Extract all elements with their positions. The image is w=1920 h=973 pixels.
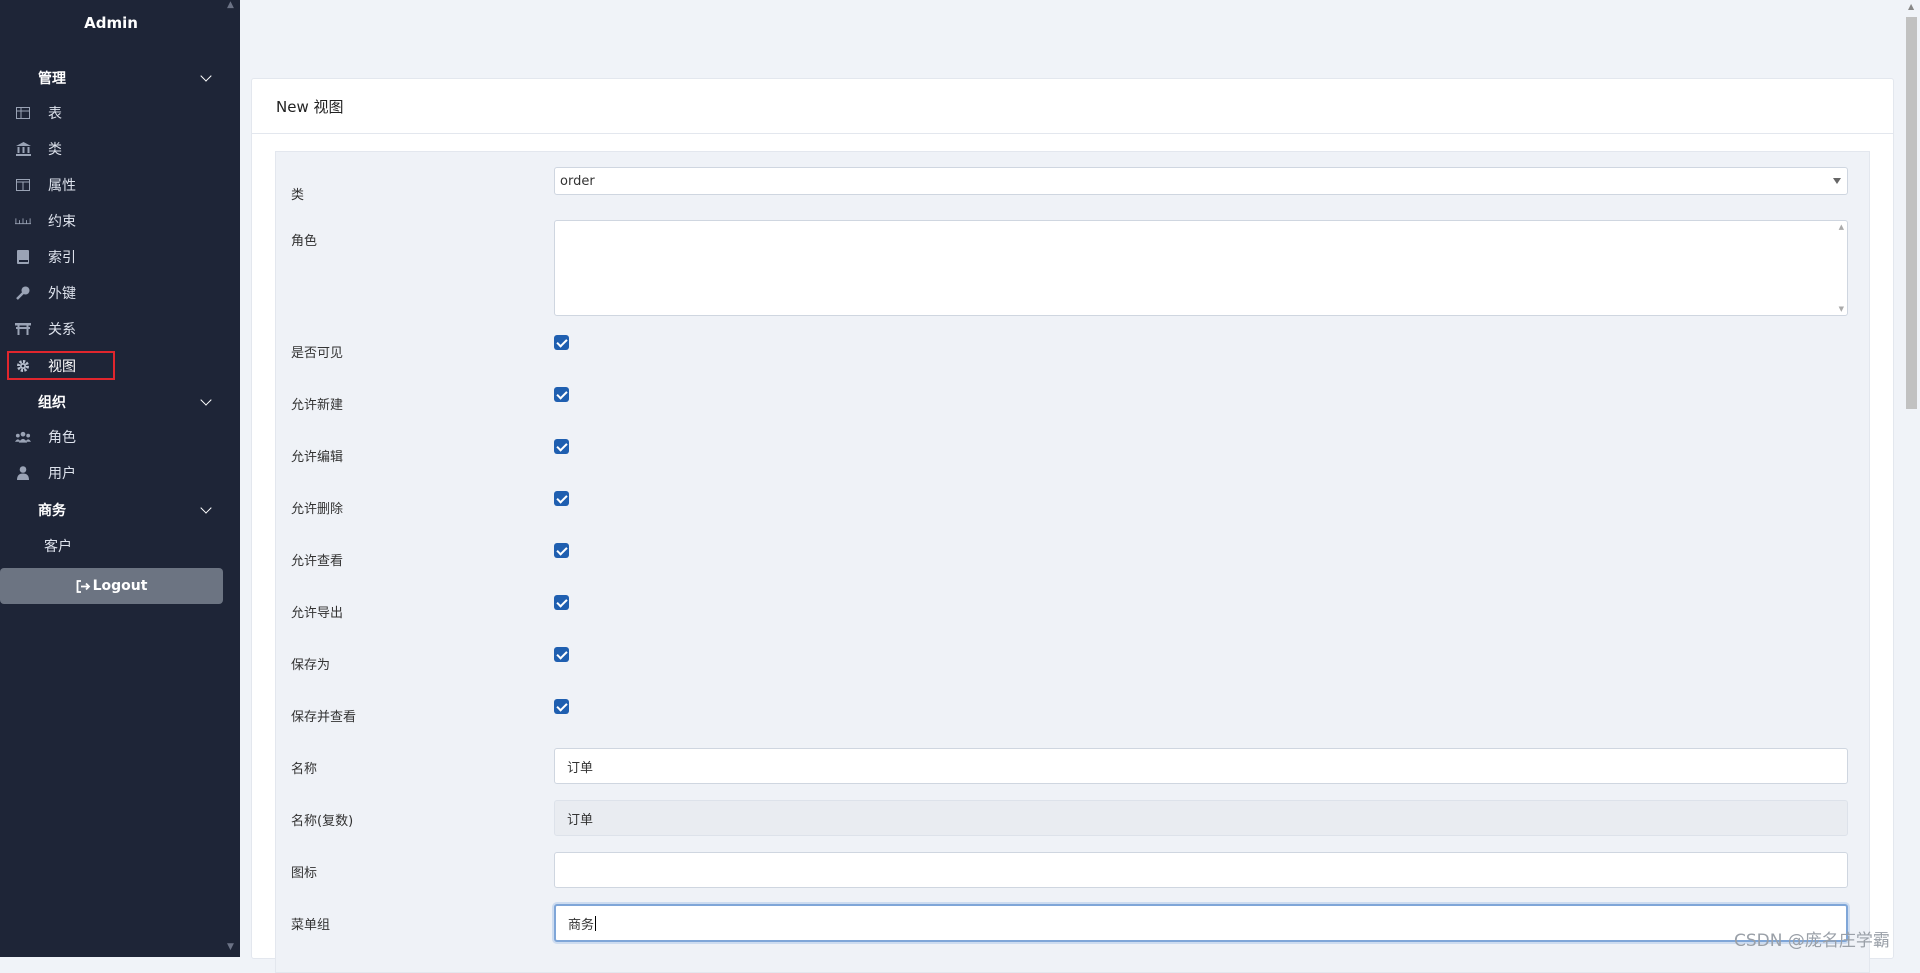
columns-icon: [15, 177, 31, 193]
page-scrollbar[interactable]: ▲: [1903, 0, 1920, 957]
sidebar-item-label: 约束: [48, 214, 76, 230]
sidebar-item-label: 视图: [48, 358, 76, 375]
bank-icon: [15, 141, 31, 157]
sidebar-item-class[interactable]: 类: [10, 137, 220, 161]
allow-edit-label: 允许编辑: [291, 450, 344, 465]
scrollbar-thumb[interactable]: [1906, 17, 1917, 409]
sidebar-item-label: 用户: [48, 466, 76, 482]
menu-group-label: 菜单组: [291, 918, 331, 933]
chevron-down-icon: [200, 502, 212, 514]
group-manage[interactable]: 管理: [38, 68, 214, 88]
sidebar-item-table[interactable]: 表: [10, 101, 220, 125]
sidebar-item-customer[interactable]: 客户: [44, 534, 254, 558]
chevron-down-icon: [200, 70, 212, 82]
sidebar-item-index[interactable]: 索引: [10, 245, 220, 269]
plural-name-value: 订单: [567, 812, 594, 828]
save-as-label: 保存为: [291, 658, 331, 673]
book-icon: [15, 249, 31, 265]
save-as-checkbox[interactable]: [554, 647, 569, 662]
visible-label: 是否可见: [291, 346, 344, 361]
name-label: 名称: [291, 762, 318, 777]
text-cursor: [595, 915, 597, 931]
sidebar-item-relation[interactable]: 关系: [10, 317, 220, 341]
save-and-view-label: 保存并查看: [291, 710, 357, 725]
sidebar-item-constraint[interactable]: 约束: [10, 209, 220, 233]
sidebar: Admin ▲ ▼ 管理 表 类 属性 约束 索引 外键 关系 视图 组织 角色…: [0, 0, 240, 957]
new-view-card: New 视图 类 order 角色 ▲ ▼ 是否可见 允许新建 允许编辑 允许删…: [251, 78, 1894, 973]
textarea-scroll-up-icon[interactable]: ▲: [1839, 223, 1844, 231]
watermark: CSDN @庞名庄学霸: [1734, 931, 1890, 951]
sidebar-item-role[interactable]: 角色: [10, 425, 220, 449]
icon-label: 图标: [291, 866, 318, 881]
group-label: 组织: [38, 395, 66, 411]
sidebar-item-label: 角色: [48, 430, 76, 446]
view-form: 类 order 角色 ▲ ▼ 是否可见 允许新建 允许编辑 允许删除 允许查看 …: [275, 151, 1870, 973]
gear-icon: [15, 358, 31, 374]
group-label: 管理: [38, 71, 66, 87]
chevron-down-icon: [200, 394, 212, 406]
allow-export-label: 允许导出: [291, 606, 344, 621]
allow-view-label: 允许查看: [291, 554, 344, 569]
role-label: 角色: [291, 234, 318, 249]
name-input-value: 订单: [567, 760, 594, 776]
user-icon: [15, 465, 31, 481]
logout-label: Logout: [92, 578, 148, 594]
table-icon: [15, 105, 31, 121]
sidebar-item-label: 外键: [48, 286, 76, 302]
allow-edit-checkbox[interactable]: [554, 439, 569, 454]
menu-group-input[interactable]: 商务: [554, 904, 1848, 942]
sidebar-item-label: 客户: [44, 539, 72, 555]
dropdown-arrow-icon: [1833, 178, 1841, 184]
brand-title: Admin: [84, 14, 138, 32]
sidebar-item-label: 类: [48, 142, 62, 158]
key-icon: [15, 285, 31, 301]
plural-name-label: 名称(复数): [291, 814, 354, 829]
group-business[interactable]: 商务: [38, 500, 214, 520]
allow-create-label: 允许新建: [291, 398, 344, 413]
class-select-value: order: [560, 173, 595, 189]
group-organization[interactable]: 组织: [38, 392, 214, 412]
sidebar-item-label: 表: [48, 106, 62, 122]
allow-view-checkbox[interactable]: [554, 543, 569, 558]
sidebar-scroll-up-icon[interactable]: ▲: [227, 0, 234, 10]
logout-button[interactable]: Logout: [0, 568, 223, 604]
textarea-scroll-down-icon[interactable]: ▼: [1839, 305, 1844, 313]
save-and-view-checkbox[interactable]: [554, 699, 569, 714]
role-textarea[interactable]: ▲ ▼: [554, 220, 1848, 316]
menu-group-value: 商务: [568, 917, 595, 933]
class-label: 类: [291, 188, 305, 203]
page-title: New 视图: [252, 79, 1893, 134]
visible-checkbox[interactable]: [554, 335, 569, 350]
allow-export-checkbox[interactable]: [554, 595, 569, 610]
icon-input[interactable]: [554, 852, 1848, 888]
sidebar-item-user[interactable]: 用户: [10, 461, 220, 485]
allow-delete-checkbox[interactable]: [554, 491, 569, 506]
group-label: 商务: [38, 503, 66, 519]
sidebar-scroll-down-icon[interactable]: ▼: [227, 942, 234, 952]
sidebar-item-attribute[interactable]: 属性: [10, 173, 220, 197]
sidebar-item-foreign-key[interactable]: 外键: [10, 281, 220, 305]
users-icon: [15, 429, 31, 445]
name-input[interactable]: 订单: [554, 748, 1848, 784]
torii-icon: [15, 321, 31, 337]
plural-name-input[interactable]: 订单: [554, 800, 1848, 836]
allow-delete-label: 允许删除: [291, 502, 344, 517]
sidebar-item-label: 索引: [48, 250, 76, 266]
ruler-icon: [15, 213, 31, 229]
sidebar-item-label: 关系: [48, 322, 76, 338]
allow-create-checkbox[interactable]: [554, 387, 569, 402]
sidebar-item-view[interactable]: 视图: [7, 351, 115, 380]
logout-icon: [76, 579, 90, 593]
sidebar-item-label: 属性: [48, 178, 76, 194]
scroll-up-icon[interactable]: ▲: [1908, 2, 1914, 11]
class-select[interactable]: order: [554, 167, 1848, 195]
